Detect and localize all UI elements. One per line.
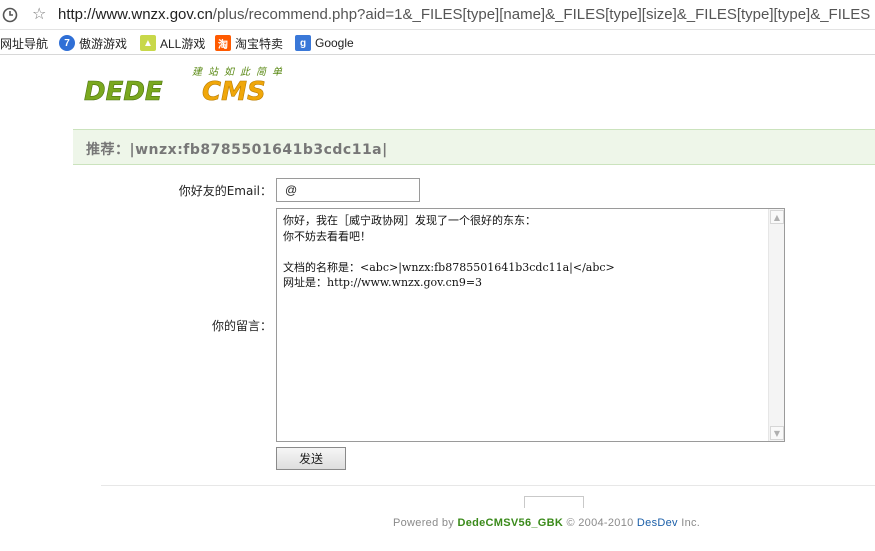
bookmark-maxthon-games[interactable]: 7 傲游游戏 [59,35,127,51]
page-title: 推荐：|wnzx:fb8785501641b3cdc11a| [86,142,388,158]
footer-developer-link[interactable]: DesDev [637,517,678,529]
logo-wordmark-dede: DEDE [84,77,163,106]
url-host: http://www.wnzx.gov.cn [58,6,213,23]
bookmark-taobao[interactable]: 淘 淘宝特卖 [215,35,283,51]
message-label: 你的留言： [211,319,272,333]
bookmarks-bar: 网址导航 7 傲游游戏 ▲ ALL游戏 淘 淘宝特卖 g Google [0,31,875,55]
bookmark-label: Google [315,36,354,50]
footer-product-link[interactable]: DedeCMSV56_GBK [457,517,563,529]
bookmark-label: 傲游游戏 [79,36,128,51]
all-games-icon: ▲ [140,35,156,51]
email-label: 你好友的Email： [178,184,272,198]
scroll-up-arrow-icon[interactable]: ▲ [770,210,784,224]
bookmark-all-games[interactable]: ▲ ALL游戏 [140,35,205,51]
bookmark-label: 淘宝特卖 [235,36,284,51]
dedecms-logo: 建站如此简单 DEDE CMS [84,66,282,106]
scroll-down-arrow-icon[interactable]: ▼ [770,426,784,440]
footer-suffix: Inc. [677,517,701,529]
footer-text: Powered by DedeCMSV56_GBK © 2004-2010 De… [393,517,700,529]
footer-copyright: © 2004-2010 [563,517,637,529]
footer-box [524,496,584,508]
address-bar: ☆ http://www.wnzx.gov.cn/plus/recommend.… [0,0,875,30]
url-path: /plus/recommend.php?aid=1&_FILES[type][n… [212,6,871,23]
bookmark-google[interactable]: g Google [295,35,354,51]
bookmark-label: 网址导航 [0,36,49,51]
footer-prefix: Powered by [393,517,458,529]
bookmark-label: ALL游戏 [160,36,206,51]
message-scrollbar[interactable]: ▲ ▼ [768,209,784,441]
history-clock-icon[interactable] [2,7,18,23]
taobao-icon: 淘 [215,35,231,51]
maxthon-games-icon: 7 [59,35,75,51]
bookmark-star-icon[interactable]: ☆ [32,4,46,23]
google-icon: g [295,35,311,51]
message-textarea[interactable]: 你好，我在［威宁政协网］发现了一个很好的东东： 你不妨去看看吧！ 文档的名称是：… [276,208,785,442]
recommend-banner: 推荐：|wnzx:fb8785501641b3cdc11a| [73,129,875,165]
footer-divider [101,485,875,486]
logo-wordmark-cms: CMS [202,77,266,106]
message-text: 你好，我在［威宁政协网］发现了一个很好的东东： 你不妨去看看吧！ 文档的名称是：… [283,214,615,289]
send-button[interactable]: 发送 [276,447,346,470]
friend-email-field[interactable] [276,178,420,202]
bookmark-nav[interactable]: 网址导航 [0,35,48,51]
url-field[interactable]: http://www.wnzx.gov.cn/plus/recommend.ph… [58,6,870,23]
